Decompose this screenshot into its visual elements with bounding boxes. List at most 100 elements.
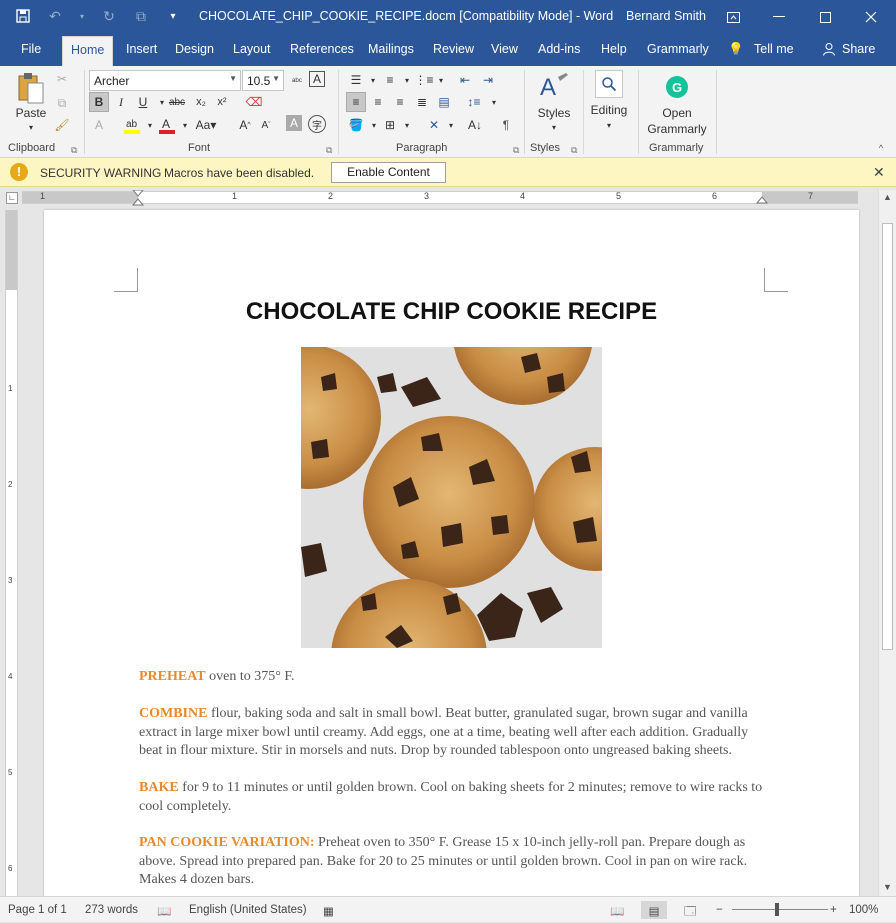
tab-view[interactable]: View <box>491 42 518 56</box>
character-shading-icon[interactable]: A <box>286 115 302 131</box>
eraser-icon[interactable]: ⌫ <box>244 92 264 112</box>
chevron-down-icon[interactable]: ▾ <box>431 70 451 90</box>
tab-review[interactable]: Review <box>433 42 474 56</box>
chevron-down-icon[interactable]: ▾ <box>484 92 504 112</box>
zoom-slider[interactable] <box>732 909 828 910</box>
right-indent-marker-icon[interactable] <box>756 194 768 204</box>
show-formatting-icon[interactable]: ¶ <box>496 115 516 135</box>
underline-button[interactable]: U <box>133 92 153 112</box>
paragraph-pan-cookie-variation[interactable]: PAN COOKIE VARIATION: Preheat oven to 35… <box>139 834 769 890</box>
zoom-out-icon[interactable]: − <box>716 904 723 916</box>
zoom-level[interactable]: 100% <box>849 904 878 916</box>
redo-icon[interactable]: ↻ <box>100 7 118 25</box>
tab-selector[interactable]: ∟ <box>6 192 18 204</box>
enclose-characters-icon[interactable]: 字 <box>308 115 326 133</box>
maximize-icon[interactable] <box>802 0 848 34</box>
subscript-button[interactable]: x₂ <box>191 92 211 112</box>
font-launcher-icon[interactable]: ⧉ <box>326 145 332 156</box>
open-grammarly-label-1[interactable]: Open <box>640 106 714 120</box>
minimize-icon[interactable] <box>756 0 802 34</box>
collapse-ribbon-icon[interactable]: ^ <box>874 142 888 154</box>
web-layout-icon[interactable]: 🗔 <box>684 904 696 923</box>
font-size-menu-icon[interactable]: Aa▾ <box>192 115 220 135</box>
indent-marker-icon[interactable] <box>132 190 144 206</box>
tab-add-ins[interactable]: Add-ins <box>538 42 580 56</box>
search-icon[interactable] <box>595 70 623 98</box>
tab-layout[interactable]: Layout <box>233 42 271 56</box>
italic-button[interactable]: I <box>111 92 131 112</box>
accessibility-icon[interactable]: ▦ <box>323 904 334 918</box>
highlight-icon[interactable]: ab <box>122 115 142 135</box>
user-name[interactable]: Bernard Smith <box>626 9 706 23</box>
clear-format-icon[interactable]: A <box>309 71 325 87</box>
print-layout-icon[interactable]: ▤ <box>641 901 667 919</box>
chevron-down-icon[interactable]: ▾ <box>604 120 614 130</box>
format-painter-icon[interactable]: 🖌 <box>52 116 72 134</box>
word-count[interactable]: 273 words <box>85 904 138 916</box>
paragraph-bake[interactable]: BAKE for 9 to 11 minutes or until golden… <box>139 779 769 816</box>
paragraph-combine[interactable]: COMBINE flour, baking soda and salt in s… <box>139 705 769 761</box>
align-center-icon[interactable]: ≡ <box>368 92 388 112</box>
undo-icon[interactable]: ↶ <box>46 7 64 25</box>
styles-icon[interactable]: A <box>536 70 572 104</box>
grow-font-icon[interactable]: A ^ <box>235 115 255 135</box>
align-left-icon[interactable]: ≡ <box>346 92 366 112</box>
close-icon[interactable]: ✕ <box>873 164 885 181</box>
tab-references[interactable]: References <box>290 42 354 56</box>
shading-icon[interactable]: 🪣 <box>346 115 366 135</box>
language[interactable]: English (United States) <box>189 904 307 916</box>
chevron-down-icon[interactable]: ▾ <box>397 115 417 135</box>
enable-content-button[interactable]: Enable Content <box>331 162 446 183</box>
paste-button[interactable]: Paste <box>14 106 48 120</box>
paragraph-launcher-icon[interactable]: ⧉ <box>513 145 519 156</box>
chevron-down-icon[interactable]: ▾ <box>549 122 559 132</box>
tab-grammarly[interactable]: Grammarly <box>647 42 709 56</box>
lightbulb-icon[interactable]: 💡 <box>728 42 744 57</box>
grammarly-icon[interactable]: G <box>666 76 688 98</box>
tell-me-search[interactable]: Tell me <box>754 42 794 56</box>
document-page[interactable]: CHOCOLATE CHIP COOKIE RECIPE PREHEAT ove… <box>44 210 859 896</box>
cut-icon[interactable]: ✂ <box>52 70 72 88</box>
font-name-field[interactable]: Archer ▼ <box>89 70 241 91</box>
superscript-button[interactable]: x² <box>212 92 232 112</box>
editing-button[interactable]: Editing <box>585 103 633 117</box>
vertical-ruler[interactable]: 1 2 3 4 5 6 <box>5 210 18 896</box>
vertical-scrollbar[interactable]: ▲ ▼ <box>878 190 896 896</box>
justify-icon[interactable]: ≣ <box>412 92 432 112</box>
copy-icon[interactable]: ⧉ <box>52 94 72 112</box>
close-icon[interactable] <box>848 0 894 34</box>
font-size-field[interactable]: 10.5 ▼ <box>242 70 284 91</box>
decrease-indent-icon[interactable]: ⇤ <box>455 70 475 90</box>
tab-design[interactable]: Design <box>175 42 214 56</box>
font-color-icon[interactable]: A <box>157 115 177 135</box>
scrollbar-thumb[interactable] <box>882 223 893 650</box>
ribbon-display-icon[interactable] <box>710 0 756 34</box>
zoom-in-icon[interactable]: + <box>830 904 837 916</box>
clipboard-launcher-icon[interactable]: ⧉ <box>71 145 77 156</box>
cookie-photo[interactable] <box>301 347 602 648</box>
scroll-down-icon[interactable]: ▼ <box>883 882 892 892</box>
scroll-up-icon[interactable]: ▲ <box>883 192 892 202</box>
bold-button[interactable]: B <box>89 92 109 112</box>
increase-indent-icon[interactable]: ⇥ <box>478 70 498 90</box>
chevron-down-icon[interactable]: ▾ <box>441 115 461 135</box>
page-count[interactable]: Page 1 of 1 <box>8 904 67 916</box>
read-mode-icon[interactable]: 📖 <box>610 904 624 918</box>
person-icon[interactable] <box>822 42 836 59</box>
strikethrough-button[interactable]: abc <box>167 92 187 112</box>
change-case-icon[interactable]: ᵃᵇᶜ <box>287 71 307 91</box>
sort-icon[interactable]: A↓ <box>465 115 485 135</box>
chevron-down-icon[interactable]: ▼ <box>272 74 280 83</box>
shrink-font-icon[interactable]: Aˇ <box>256 115 276 135</box>
touch-mode-icon[interactable]: ⧉ <box>132 7 150 25</box>
align-right-icon[interactable]: ≡ <box>390 92 410 112</box>
tab-help[interactable]: Help <box>601 42 627 56</box>
styles-launcher-icon[interactable]: ⧉ <box>571 145 577 156</box>
zoom-slider-thumb[interactable] <box>775 903 779 916</box>
chevron-down-icon[interactable]: ▾ <box>26 122 36 132</box>
document-title[interactable]: CHOCOLATE CHIP COOKIE RECIPE <box>44 298 859 326</box>
share-button[interactable]: Share <box>842 42 875 56</box>
horizontal-ruler[interactable]: 1 1 2 3 4 5 6 7 <box>22 190 858 206</box>
paragraph-preheat[interactable]: PREHEAT oven to 375° F. <box>139 668 769 687</box>
save-icon[interactable] <box>14 7 32 25</box>
